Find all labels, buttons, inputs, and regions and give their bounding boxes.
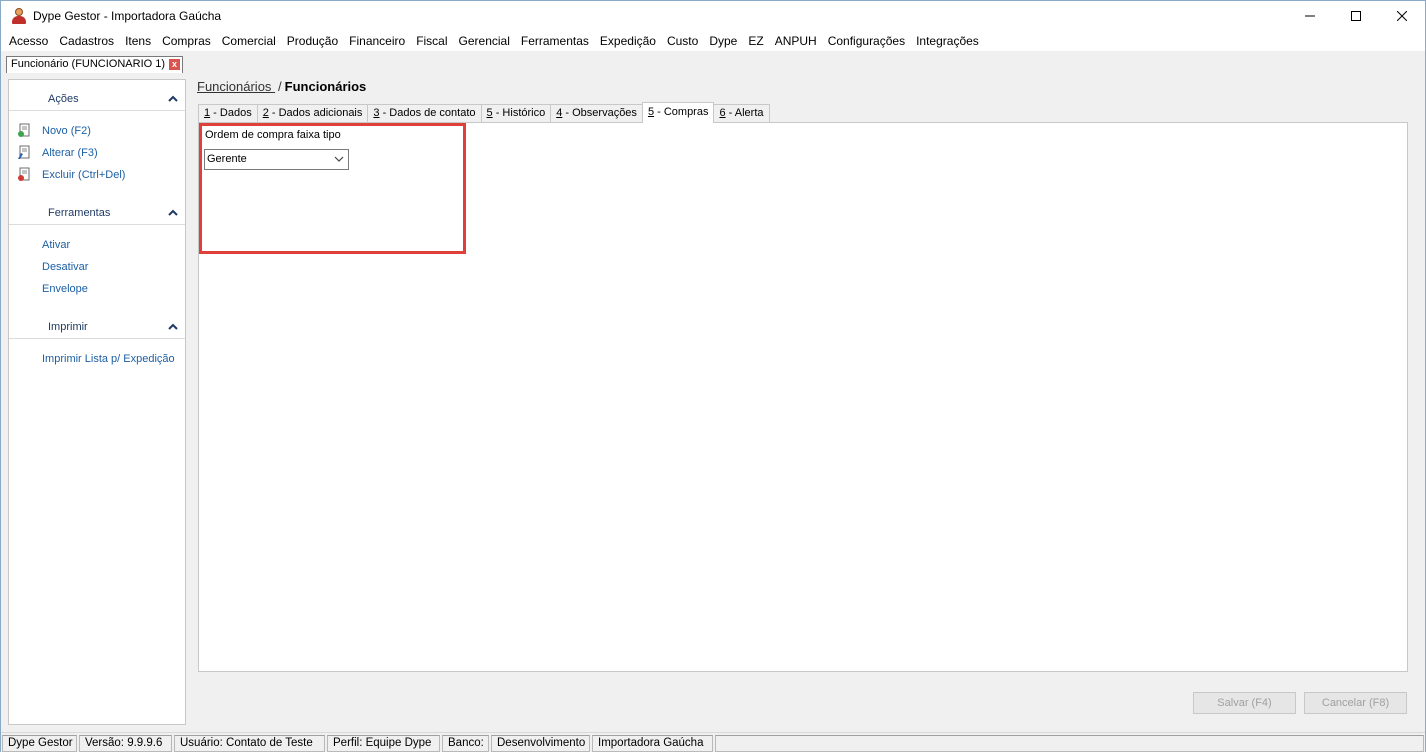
status-profile: Perfil: Equipe Dype xyxy=(327,735,440,752)
window-title: Dype Gestor - Importadora Gaúcha xyxy=(33,9,222,23)
minimize-button[interactable] xyxy=(1287,1,1333,31)
section-header-ferramentas[interactable]: Ferramentas xyxy=(9,203,185,225)
chevron-up-icon[interactable] xyxy=(166,320,180,334)
menu-compras[interactable]: Compras xyxy=(156,31,216,51)
menu-bar: Acesso Cadastros Itens Compras Comercial… xyxy=(1,31,1425,51)
chevron-up-icon[interactable] xyxy=(166,92,180,106)
menu-dype[interactable]: Dype xyxy=(703,31,742,51)
breadcrumb-link-funcionarios[interactable]: Funcionários xyxy=(197,79,275,94)
window-controls xyxy=(1287,1,1425,31)
menu-anpuh[interactable]: ANPUH xyxy=(769,31,822,51)
sidebar-item-imprimir-lista[interactable]: Imprimir Lista p/ Expedição xyxy=(42,353,175,365)
tab-label: - Compras xyxy=(654,106,709,118)
section-header-acoes[interactable]: Ações xyxy=(9,89,185,111)
new-document-icon xyxy=(17,123,32,138)
menu-acesso[interactable]: Acesso xyxy=(3,31,53,51)
select-value: Gerente xyxy=(207,153,247,165)
status-bank-value: Desenvolvimento xyxy=(491,735,590,752)
tab-label: - Histórico xyxy=(492,107,546,119)
tab-historico[interactable]: 5 - Histórico xyxy=(480,104,552,123)
menu-configuracoes[interactable]: Configurações xyxy=(822,31,910,51)
menu-producao[interactable]: Produção xyxy=(281,31,343,51)
document-tab-funcionario[interactable]: Funcionário (FUNCIONARIO 1) x xyxy=(6,56,183,73)
maximize-icon xyxy=(1351,11,1361,21)
tab-observacoes[interactable]: 4 - Observações xyxy=(550,104,643,123)
tab-label: - Alerta xyxy=(725,107,764,119)
section-header-imprimir[interactable]: Imprimir xyxy=(9,317,185,339)
sidebar-item-desativar[interactable]: Desativar xyxy=(42,261,88,273)
tab-alerta[interactable]: 6 - Alerta xyxy=(713,104,770,123)
breadcrumb: Funcionários / Funcionários xyxy=(197,79,366,94)
status-bank-label: Banco: xyxy=(442,735,489,752)
tab-dados[interactable]: 1 - Dados xyxy=(198,104,258,123)
app-user-icon xyxy=(11,8,27,24)
section-title-acoes: Ações xyxy=(48,93,79,105)
sidebar-item-novo[interactable]: Novo (F2) xyxy=(42,125,91,137)
status-empty xyxy=(715,735,1424,752)
status-app: Dype Gestor xyxy=(2,735,77,752)
ordem-compra-select[interactable]: Gerente xyxy=(204,149,349,170)
status-company: Importadora Gaúcha xyxy=(592,735,713,752)
breadcrumb-separator: / xyxy=(278,79,282,94)
menu-comercial[interactable]: Comercial xyxy=(216,31,281,51)
tab-label: - Dados xyxy=(210,107,252,119)
document-tab-label: Funcionário (FUNCIONARIO 1) xyxy=(11,58,166,70)
section-title-imprimir: Imprimir xyxy=(48,321,88,333)
tab-dados-adicionais[interactable]: 2 - Dados adicionais xyxy=(256,104,369,123)
status-user: Usuário: Contato de Teste xyxy=(174,735,325,752)
title-bar: Dype Gestor - Importadora Gaúcha xyxy=(1,1,1425,31)
minimize-icon xyxy=(1305,15,1315,17)
tab-label: - Dados de contato xyxy=(379,107,476,119)
highlight-frame xyxy=(199,123,466,254)
status-bar: Dype Gestor Versão: 9.9.9.6 Usuário: Con… xyxy=(1,732,1425,752)
app-window: Dype Gestor - Importadora Gaúcha Acesso … xyxy=(0,0,1426,752)
sidebar-item-alterar[interactable]: Alterar (F3) xyxy=(42,147,98,159)
menu-expedicao[interactable]: Expedição xyxy=(594,31,661,51)
close-icon xyxy=(1397,11,1407,21)
menu-itens[interactable]: Itens xyxy=(119,31,156,51)
chevron-down-icon xyxy=(334,156,344,162)
tab-label: - Dados adicionais xyxy=(268,107,363,119)
tab-label: - Observações xyxy=(562,107,637,119)
ordem-compra-label: Ordem de compra faixa tipo xyxy=(205,129,341,141)
actions-sidebar: Ações Novo (F2) Alterar (F3) Excluir (Ct… xyxy=(8,79,186,725)
menu-ez[interactable]: EZ xyxy=(742,31,768,51)
menu-custo[interactable]: Custo xyxy=(661,31,703,51)
save-button[interactable]: Salvar (F4) xyxy=(1193,692,1296,714)
page-title: Funcionários xyxy=(284,79,367,94)
sidebar-item-excluir[interactable]: Excluir (Ctrl+Del) xyxy=(42,169,125,181)
close-tab-icon[interactable]: x xyxy=(169,59,180,70)
menu-financeiro[interactable]: Financeiro xyxy=(343,31,410,51)
delete-document-icon xyxy=(17,167,32,182)
chevron-up-icon[interactable] xyxy=(166,206,180,220)
document-tab-strip: Funcionário (FUNCIONARIO 1) x xyxy=(1,53,1425,75)
edit-document-icon xyxy=(17,145,32,160)
menu-fiscal[interactable]: Fiscal xyxy=(410,31,452,51)
menu-cadastros[interactable]: Cadastros xyxy=(53,31,119,51)
close-button[interactable] xyxy=(1379,1,1425,31)
menu-integracoes[interactable]: Integrações xyxy=(910,31,984,51)
menu-gerencial[interactable]: Gerencial xyxy=(453,31,515,51)
cancel-button[interactable]: Cancelar (F8) xyxy=(1304,692,1407,714)
tab-compras[interactable]: 5 - Compras xyxy=(641,102,715,123)
maximize-button[interactable] xyxy=(1333,1,1379,31)
sidebar-item-envelope[interactable]: Envelope xyxy=(42,283,88,295)
sidebar-item-ativar[interactable]: Ativar xyxy=(42,239,70,251)
tab-strip: 1 - Dados 2 - Dados adicionais 3 - Dados… xyxy=(198,102,770,123)
menu-ferramentas[interactable]: Ferramentas xyxy=(515,31,594,51)
status-version: Versão: 9.9.9.6 xyxy=(79,735,172,752)
section-title-ferramentas: Ferramentas xyxy=(48,207,111,219)
tab-dados-de-contato[interactable]: 3 - Dados de contato xyxy=(367,104,482,123)
